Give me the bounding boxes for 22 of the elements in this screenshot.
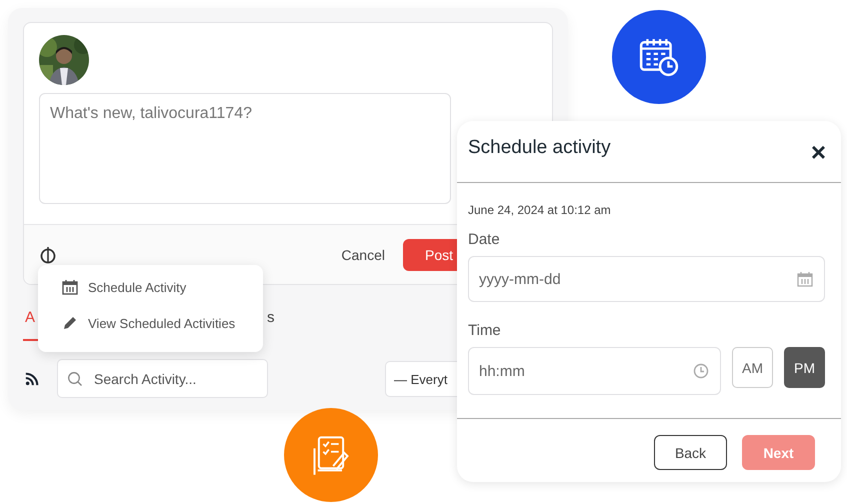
- tab[interactable]: s: [265, 305, 303, 341]
- rss-icon[interactable]: [25, 372, 39, 386]
- cancel-button[interactable]: Cancel: [341, 240, 385, 268]
- post-text-area[interactable]: What's new, talivocura1174?: [39, 93, 451, 204]
- calendar-icon: [62, 279, 78, 295]
- dialog-title: Schedule activity: [468, 136, 612, 158]
- time-label: Time: [468, 322, 502, 339]
- timestamp: June 24, 2024 at 10:12 am: [468, 203, 612, 217]
- dial-icon[interactable]: [39, 246, 57, 264]
- menu-item[interactable]: View Scheduled Activities: [62, 313, 263, 333]
- search-icon: [67, 371, 83, 387]
- back-button[interactable]: Back: [654, 435, 727, 470]
- search-field[interactable]: Search Activity...: [57, 359, 268, 398]
- calendar-icon: [797, 271, 813, 287]
- time-field[interactable]: hh:mm: [468, 347, 721, 395]
- menu-item[interactable]: Schedule Activity: [62, 277, 263, 297]
- meridiem-toggle[interactable]: PM: [784, 347, 825, 388]
- meridiem-toggle[interactable]: AM: [732, 347, 773, 388]
- clock-icon: [693, 363, 709, 379]
- pencil-icon: [62, 315, 78, 331]
- date-field[interactable]: yyyy-mm-dd: [468, 256, 825, 302]
- close-button[interactable]: ×: [806, 138, 830, 164]
